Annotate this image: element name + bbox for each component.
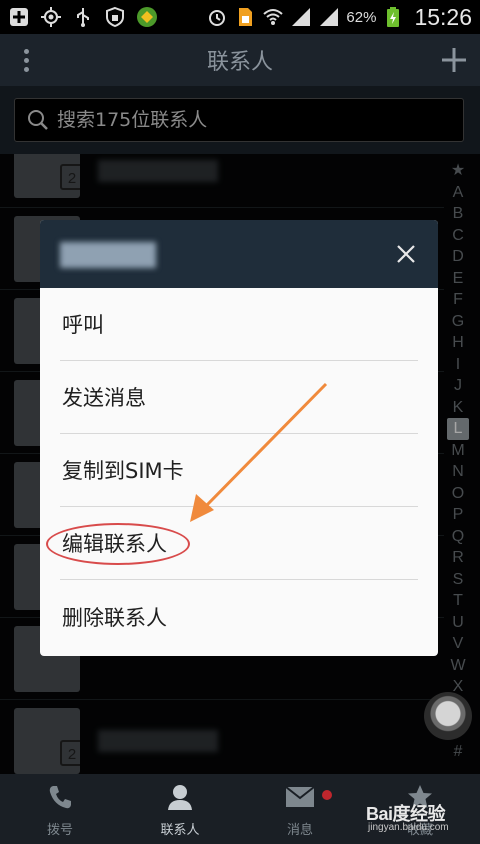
tab-label: 拨号 (46, 822, 73, 838)
add-notification-icon (8, 6, 30, 28)
envelope-icon (284, 781, 316, 813)
signal-2-icon (318, 6, 340, 28)
app-header: 联系人 (0, 34, 480, 86)
menu-item-edit-contact[interactable]: 编辑联系人 (46, 507, 418, 580)
menu-item-delete-contact[interactable]: 删除联系人 (60, 580, 418, 653)
baidu-jingyan-watermark: Bai度经验 jingyan.baidu.com (366, 800, 478, 842)
tab-dialer[interactable]: 拨号 (0, 774, 120, 844)
clock: 15:26 (414, 3, 472, 30)
usb-icon (72, 6, 94, 28)
floating-assistant-button[interactable] (424, 692, 472, 740)
add-contact-button[interactable] (428, 34, 480, 86)
dialog-title-blurred (60, 242, 156, 268)
plus-icon (442, 48, 466, 72)
battery-percent: 62% (346, 8, 377, 26)
dialog-header (40, 220, 438, 288)
menu-item-copy-to-sim[interactable]: 复制到SIM卡 (60, 434, 418, 507)
gps-icon (40, 6, 62, 28)
person-icon (164, 781, 196, 813)
tab-contacts[interactable]: 联系人 (120, 774, 240, 844)
shield-icon (104, 6, 126, 28)
signal-icon (290, 6, 312, 28)
menu-item-label: 复制到SIM卡 (62, 459, 184, 483)
wifi-icon (262, 6, 284, 28)
app-notification-icon (136, 6, 158, 28)
battery-charging-icon (382, 6, 404, 28)
watermark-sub: jingyan.baidu.com (368, 822, 449, 833)
tab-messages[interactable]: 消息 (240, 774, 360, 844)
unread-badge (322, 790, 332, 800)
search-box (14, 98, 464, 142)
alarm-icon (206, 6, 228, 28)
menu-item-call[interactable]: 呼叫 (60, 288, 418, 361)
search-bar (0, 86, 480, 154)
tab-label: 联系人 (160, 822, 200, 838)
sim-card-icon (234, 6, 256, 28)
search-icon (28, 110, 48, 130)
tab-label: 消息 (286, 822, 313, 838)
phone-icon (44, 781, 76, 813)
menu-item-send-message[interactable]: 发送消息 (60, 361, 418, 434)
contact-options-dialog: 呼叫 发送消息 复制到SIM卡 编辑联系人 删除联系人 (40, 220, 438, 656)
menu-item-label: 发送消息 (62, 386, 146, 410)
page-title: 联系人 (206, 50, 273, 75)
menu-item-label: 删除联系人 (62, 605, 167, 630)
close-icon (397, 245, 415, 263)
menu-item-label: 呼叫 (62, 313, 104, 337)
overflow-menu-button[interactable] (0, 34, 52, 86)
dialog-close-button[interactable] (388, 236, 424, 272)
highlight-ellipse (46, 523, 190, 565)
status-bar: 62% 15:26 (0, 0, 480, 34)
search-input[interactable] (57, 109, 437, 131)
more-vertical-icon (23, 47, 29, 74)
